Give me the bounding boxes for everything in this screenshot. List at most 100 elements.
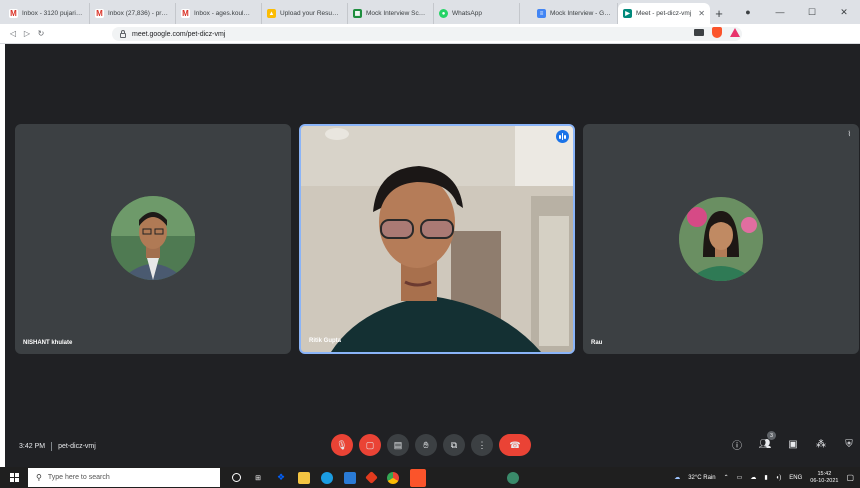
close-window-button[interactable]: ✕ [828,7,860,18]
meeting-code: pet-dicz-vmj [58,443,96,450]
minimize-button[interactable]: — [764,7,796,17]
participant-name: NISHANT khulate [23,340,73,346]
host-controls-button[interactable]: ⛨ [841,436,857,452]
weather-icon: ☁︎ [674,475,681,481]
tab-title: Inbox (27,836) - prajur... [108,10,170,17]
clock[interactable]: 15:42 06-10-2021 [810,471,838,485]
address-bar: ◁ ▷ ↻ ▯ meet.google.com/pet-dicz-vmj [0,24,860,44]
hang-up-icon: ☎︎ [509,439,521,450]
dropbox-icon[interactable]: ❖ [275,472,287,484]
weather-text[interactable]: 32°C Rain [688,475,715,481]
mic-off-icon: ⌇ [847,131,851,138]
shield-icon: ⛨ [845,438,853,450]
network-icon[interactable]: ▮ [764,474,767,481]
people-button[interactable]: 👥︎ 3 [757,431,776,452]
sheet-icon: ▦ [353,9,362,18]
raise-hand-button[interactable]: ✋︎ [415,434,437,456]
browser-tab[interactable]: ● WhatsApp [434,3,520,24]
window-controls: ● — ☐ ✕ [732,0,860,24]
participant-tile[interactable]: ⌇ Rau [583,124,859,354]
chat-button[interactable]: ▣ [785,436,801,452]
new-tab-button[interactable]: + [710,3,728,24]
gmail-icon: M [9,9,18,18]
browser-tab[interactable]: M Inbox - 3120 pujariab... [4,3,90,24]
camera-off-icon: ▢ [365,439,375,450]
rewards-icon[interactable] [730,28,740,37]
taskbar-search[interactable]: ⚲ Type here to search [28,468,220,487]
tab-title: Mock Interview - Goo... [550,10,612,17]
chevron-down-icon[interactable]: ● [732,7,764,17]
back-icon[interactable]: ◁ [6,29,20,38]
tab-title: Inbox - ages.koul@int... [194,10,256,17]
camera-toggle-button[interactable]: ▢ [359,434,381,456]
close-tab-icon[interactable]: ✕ [698,9,705,18]
present-button[interactable]: ⧉ [443,434,465,456]
clock-time: 15:42 [817,470,832,477]
activities-button[interactable]: ⁂ [813,436,829,452]
file-explorer-icon[interactable] [298,471,310,484]
mic-off-icon: 🎙︎ [336,439,348,450]
hand-icon: ✋︎ [423,439,429,450]
maximize-button[interactable]: ☐ [796,7,828,18]
avatar [111,196,195,280]
meet-icon: ▶ [623,9,632,18]
avatar [679,197,763,281]
meeting-details-button[interactable]: ⓘ [729,436,745,452]
meeting-time: 3:42 PM [19,443,46,450]
whatsapp-icon: ● [439,9,448,18]
windows-taskbar: ⚲ Type here to search ⊞ ❖ ☁︎ 32°C Rain ⌃… [0,467,860,488]
participant-tile[interactable]: NISHANT khulate [15,124,291,354]
doc-icon: ≡ [537,9,546,18]
participant-tile-active[interactable]: Ritik Gupta [299,124,575,354]
side-panel-controls: ⓘ 👥︎ 3 ▣ ⁂ ⛨ [729,431,857,452]
office-icon[interactable] [365,471,378,484]
gmail-icon: M [181,9,190,18]
captions-button[interactable]: ▤ [387,434,409,456]
activities-icon: ⁂ [816,438,826,450]
chrome-icon[interactable] [387,471,399,484]
more-options-button[interactable]: ⋮ [471,434,493,456]
tab-title: Meet - pet-dicz-vmj [636,10,692,17]
reload-icon[interactable]: ↻ [34,29,48,38]
brave-icon[interactable] [410,468,426,487]
cloud-icon[interactable]: ☁︎ [750,474,756,481]
browser-tab[interactable]: M Inbox (27,836) - prajur... [90,3,176,24]
edge-icon[interactable] [321,471,333,484]
chevron-up-icon[interactable]: ⌃ [724,474,729,481]
info-icon: ⓘ [732,440,742,452]
task-view-icon[interactable]: ⊞ [252,472,264,484]
forward-icon[interactable]: ▷ [20,29,34,38]
language-indicator[interactable]: ENG [789,475,802,481]
store-icon[interactable] [344,471,356,484]
browser-tab-active[interactable]: ▶ Meet - pet-dicz-vmj ✕ [618,3,710,24]
speaking-indicator-icon [556,130,569,143]
browser-tab[interactable]: ≡ Mock Interview - Goo... [532,3,618,24]
tab-title: Inbox - 3120 pujariab... [22,10,84,17]
brave-shield-icon[interactable] [712,27,722,38]
video-feed [301,126,573,352]
start-button[interactable] [0,467,28,488]
leave-call-button[interactable]: ☎︎ [499,434,531,456]
notifications-icon[interactable]: ▢ [846,473,854,482]
taskbar-apps: ⊞ ❖ [232,468,519,487]
meet-stage: NISHANT khulate Ritik Gupta ⌇ Rau 3:42 P… [5,44,860,467]
battery-icon[interactable]: ▭ [737,474,743,481]
clock-date: 06-10-2021 [810,477,839,484]
gmail-icon: M [95,9,104,18]
browser-tab[interactable]: M Inbox - ages.koul@int... [176,3,262,24]
cortana-icon[interactable] [232,473,241,482]
camera-icon[interactable] [694,29,704,36]
more-vert-icon: ⋮ [477,439,487,450]
chrome-profile-icon[interactable] [507,471,519,484]
extensions [694,27,740,38]
call-controls: 🎙︎ ▢ ▤ ✋︎ ⧉ ⋮ ☎︎ [331,434,531,456]
system-tray: ☁︎ 32°C Rain ⌃ ▭ ☁︎ ▮ ◖) ENG 15:42 06-10… [674,467,854,488]
tab-title: Upload your Resume | [280,10,342,17]
people-icon: 👥︎ [758,438,772,450]
url-field[interactable]: meet.google.com/pet-dicz-vmj [112,27,742,41]
browser-tab[interactable]: ▲ Upload your Resume | [262,3,348,24]
browser-tab[interactable]: ▦ Mock Interview Sched... [348,3,434,24]
captions-icon: ▤ [393,439,403,450]
mic-toggle-button[interactable]: 🎙︎ [331,434,353,456]
volume-icon[interactable]: ◖) [776,475,782,481]
